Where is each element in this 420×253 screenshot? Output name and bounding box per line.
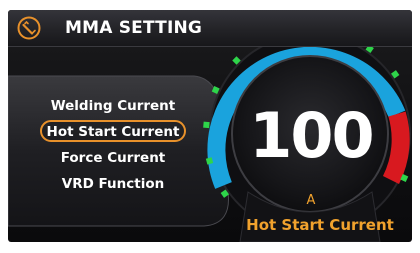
gauge-red-arc: [382, 111, 410, 185]
gauge-value: 100: [249, 99, 374, 172]
gauge-unit: A: [306, 193, 316, 208]
electrode-holder-icon: [17, 16, 41, 40]
header-bar: MMA SETTING: [8, 10, 412, 47]
gauge-parameter-label: Hot Start Current: [246, 216, 394, 234]
menu-item-force-current[interactable]: Force Current: [38, 148, 188, 168]
parameter-menu: Welding Current Hot Start Current Force …: [8, 76, 248, 226]
page-title: MMA SETTING: [65, 18, 203, 38]
menu-item-hot-start-current[interactable]: Hot Start Current: [40, 120, 186, 142]
welder-display-screen: MMA SETTING Welding Current Hot Start Cu…: [8, 10, 412, 242]
menu-item-welding-current[interactable]: Welding Current: [38, 96, 188, 116]
menu-item-vrd-function[interactable]: VRD Function: [38, 174, 188, 194]
